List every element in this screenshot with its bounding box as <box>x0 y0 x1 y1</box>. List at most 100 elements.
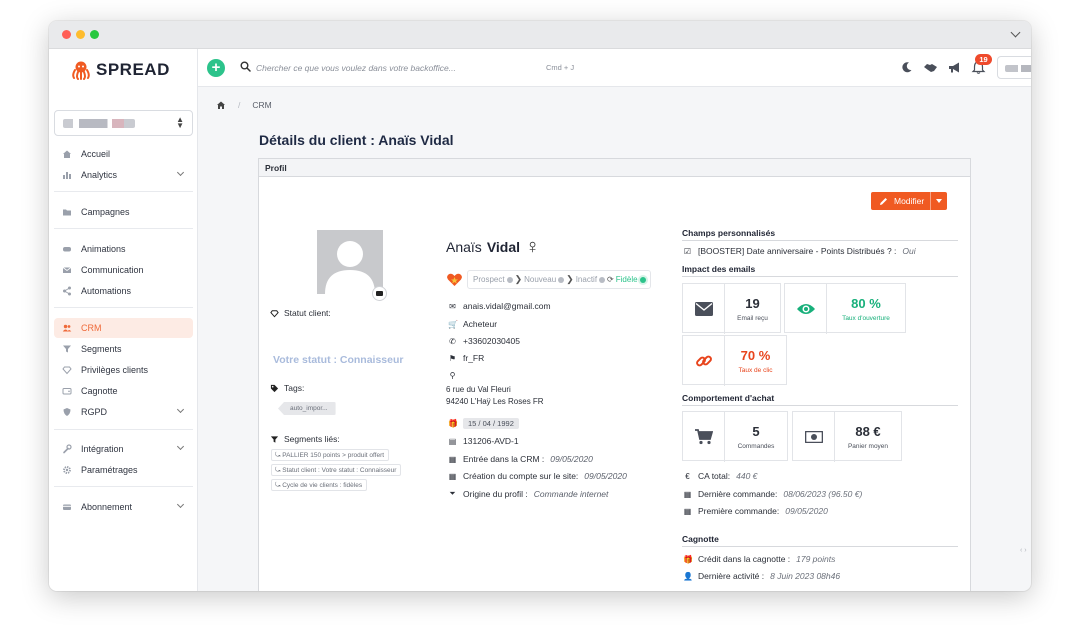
lifecycle-step-label: Fidèle <box>615 275 638 284</box>
octopus-logo-icon <box>72 61 90 80</box>
segment-item-label: Statut client : Votre statut : Connaisse… <box>282 467 397 474</box>
home-icon[interactable] <box>216 100 226 110</box>
user-select[interactable]: ▲▼ <box>997 56 1031 79</box>
segment-item-label: PALLIER 150 points > produit offert <box>282 452 385 459</box>
segment-item[interactable]: ⤿ Cycle de vie clients : fidèles <box>271 479 368 491</box>
customer-id-value: 131206-AVD-1 <box>463 436 519 446</box>
link-icon <box>695 355 712 367</box>
modify-button-main[interactable]: Modifier <box>871 196 930 206</box>
tag-chip[interactable]: auto_impor... <box>278 402 336 415</box>
segment-item-label: Cycle de vie clients : fidèles <box>282 482 363 489</box>
handshake-icon[interactable] <box>923 60 938 75</box>
origin-row: ⏷ Origine du profil : Commande internet <box>448 489 608 499</box>
mail-optin-icon <box>372 286 387 301</box>
sidebar-item-cagnotte[interactable]: Cagnotte <box>54 381 193 401</box>
tags-label-text: Tags: <box>284 383 305 393</box>
chevron-down-icon[interactable] <box>1010 27 1021 38</box>
minimize-window-button[interactable] <box>76 30 85 39</box>
last-order-label: Dernière commande: <box>698 489 778 499</box>
divider <box>54 429 193 430</box>
modify-dropdown-toggle[interactable] <box>930 192 947 210</box>
card-icon <box>63 504 71 510</box>
search-input[interactable] <box>256 59 536 77</box>
calendar-icon: ▦ <box>683 489 692 499</box>
segment-item[interactable]: ⤿ Statut client : Votre statut : Connais… <box>271 464 402 476</box>
tags-label: Tags: <box>270 383 304 393</box>
breadcrumb-separator: / <box>238 100 241 110</box>
gift-icon: 🎁 <box>683 554 693 564</box>
sidebar-item-label: Campagnes <box>81 207 130 217</box>
average-basket-label: Panier moyen <box>847 443 889 450</box>
birthday-value: 15 / 04 / 1992 <box>463 418 519 429</box>
stat-icon-cell <box>683 412 725 462</box>
sidebar-item-abonnement[interactable]: Abonnement <box>54 497 193 517</box>
lifecycle-step-label: Nouveau <box>524 275 557 284</box>
sidebar-item-label: Paramétrages <box>81 465 138 475</box>
sidebar-item-label: Animations <box>81 244 126 254</box>
filter-icon <box>63 345 71 353</box>
sidebar-item-label: RGPD <box>81 407 108 417</box>
users-icon <box>62 324 72 332</box>
megaphone-icon[interactable] <box>947 60 962 75</box>
money-bill-icon <box>804 431 823 443</box>
birthday-row: 🎁 15 / 04 / 1992 <box>448 418 519 429</box>
sidebar-item-label: CRM <box>81 323 102 333</box>
quick-add-button[interactable]: + <box>207 59 225 77</box>
gem-icon <box>270 309 279 317</box>
modify-button[interactable]: Modifier <box>871 192 947 210</box>
segment-item[interactable]: ⤿ PALLIER 150 points > produit offert <box>271 449 390 461</box>
phone-row[interactable]: ✆ +33602030405 <box>448 336 520 346</box>
step-dot <box>558 276 565 283</box>
custom-field-label: [BOOSTER] Date anniversaire - Points Dis… <box>698 246 897 256</box>
sidebar-item-accueil[interactable]: Accueil <box>54 144 193 164</box>
barcode-icon: ▤ <box>448 436 457 446</box>
status-label-text: Statut client: <box>284 308 331 318</box>
gem-icon <box>62 366 72 375</box>
maximize-window-button[interactable] <box>90 30 99 39</box>
customer-id-row: ▤ 131206-AVD-1 <box>448 436 519 446</box>
chevron-down-icon <box>176 405 185 414</box>
sidebar-item-communication[interactable]: Communication <box>54 260 193 280</box>
lifecycle-step-fidele: Fidèle <box>616 275 646 284</box>
brand-logo[interactable]: SPREAD <box>71 60 170 80</box>
lifecycle-steps: Prospect ❯ Nouveau ❯ Inactif ⟳ Fidèle <box>467 270 651 289</box>
loyalty-heart-icon <box>447 273 462 286</box>
sidebar-item-parametrages[interactable]: Paramétrages <box>54 460 193 480</box>
expand-arrows-icon[interactable]: ‹ › <box>1020 547 1027 554</box>
lifecycle-step-prospect: Prospect <box>473 275 513 284</box>
sidebar-item-automations[interactable]: Automations <box>54 281 193 301</box>
home-icon <box>63 150 71 158</box>
sidebar-item-crm[interactable]: CRM <box>54 318 193 338</box>
stat-icon-cell <box>683 336 725 386</box>
sidebar-item-integration[interactable]: Intégration <box>54 439 193 459</box>
envelope-icon <box>62 267 72 273</box>
open-rate-value: 80 % <box>851 296 881 311</box>
sidebar-item-privileges-clients[interactable]: Privilèges clients <box>54 360 193 380</box>
moon-icon[interactable] <box>899 60 914 75</box>
close-window-button[interactable] <box>62 30 71 39</box>
sidebar-item-analytics[interactable]: Analytics <box>54 165 193 185</box>
flag-icon: ⚑ <box>448 353 457 363</box>
account-select[interactable]: ▲ ▼ <box>54 110 193 136</box>
sidebar-item-rgpd[interactable]: RGPD <box>54 402 193 422</box>
search-shortcut-hint: Cmd + J <box>546 63 575 72</box>
click-rate-stat: 70 % Taux de clic <box>682 335 787 386</box>
address-line-2: 94240 L'Haÿ Les Roses FR <box>446 397 544 406</box>
stat-icon-cell <box>785 284 827 334</box>
email-row[interactable]: ✉ anais.vidal@gmail.com <box>448 301 551 311</box>
sidebar-item-campagnes[interactable]: Campagnes <box>54 202 193 222</box>
tags-icon <box>270 384 279 392</box>
step-dot <box>599 276 606 283</box>
custom-fields-title: Champs personnalisés <box>682 228 958 241</box>
sidebar-item-label: Abonnement <box>81 502 133 512</box>
open-rate-stat: 80 % Taux d'ouverture <box>784 283 906 334</box>
sidebar-item-segments[interactable]: Segments <box>54 339 193 359</box>
avatar[interactable] <box>317 230 383 294</box>
email-value: anais.vidal@gmail.com <box>463 301 551 311</box>
eye-icon <box>796 304 815 314</box>
sidebar-item-label: Privilèges clients <box>81 365 149 375</box>
sidebar-item-animations[interactable]: Animations <box>54 239 193 259</box>
last-order-row: ▦ Dernière commande: 08/06/2023 (96.50 €… <box>683 489 863 499</box>
lifecycle-step-inactif: Inactif <box>576 275 606 284</box>
search-icon <box>240 61 251 72</box>
